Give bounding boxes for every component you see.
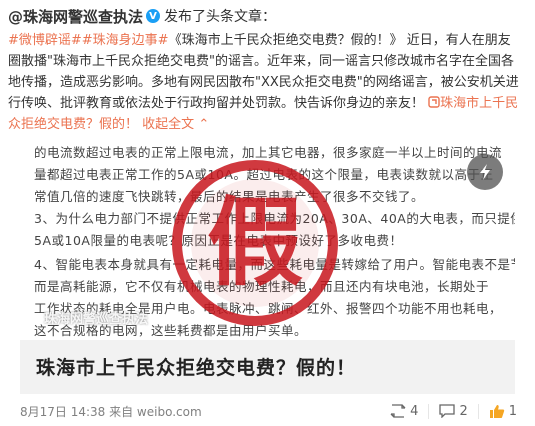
article-quote: 《珠海市上千民众拒绝交电费？假的！》 <box>168 33 403 48</box>
post-body: #微博辟谣##珠海身边事#《珠海市上千民众拒绝交电费？假的！》 近日，有人在朋友… <box>8 30 523 135</box>
fake-stamp: 假 <box>172 160 338 326</box>
comment-count: 2 <box>459 403 468 419</box>
article-cover-image[interactable]: 的电流数超过电表的正常上限电流，加上其它电器，很多家庭一半以上时间的电流 量都超… <box>20 140 515 340</box>
repost-count: 4 <box>410 403 419 419</box>
image-watermark: 珠海网警巡查执法 <box>44 312 149 327</box>
article-card[interactable]: 的电流数超过电表的正常上限电流，加上其它电器，很多家庭一半以上时间的电流 量都超… <box>20 140 515 394</box>
repost-icon <box>390 404 406 418</box>
verified-badge-icon: V <box>146 9 161 23</box>
topic-tags[interactable]: #微博辟谣##珠海身边事# <box>8 33 169 48</box>
post-header: @珠海网警巡查执法 V 发布了头条文章： <box>8 4 527 28</box>
like-button[interactable]: 1 <box>477 403 527 419</box>
author-name[interactable]: @珠海网警巡查执法 <box>8 6 143 27</box>
chevron-up-icon: ⌃ <box>198 117 210 132</box>
thumbs-up-icon <box>489 404 504 418</box>
post-meta: 8月17日 14:38 来自 weibo.com <box>20 404 202 419</box>
article-title[interactable]: 珠海市上千民众拒绝交电费？假的！ <box>36 353 356 380</box>
comment-button[interactable]: 2 <box>428 403 477 419</box>
comment-icon <box>439 404 456 418</box>
link-icon <box>428 96 440 108</box>
post-footer: 8月17日 14:38 来自 weibo.com 4 2 1 <box>20 400 527 422</box>
action-bar: 4 2 1 <box>380 403 527 419</box>
post-action-text: 发布了头条文章： <box>164 9 277 25</box>
share-button[interactable] <box>467 154 503 190</box>
collapse-button[interactable]: 收起全文 ⌃ <box>142 117 209 132</box>
like-count: 1 <box>508 403 517 419</box>
stamp-glyph: 假 <box>207 187 303 299</box>
lightning-icon <box>480 164 490 180</box>
repost-button[interactable]: 4 <box>380 404 428 419</box>
